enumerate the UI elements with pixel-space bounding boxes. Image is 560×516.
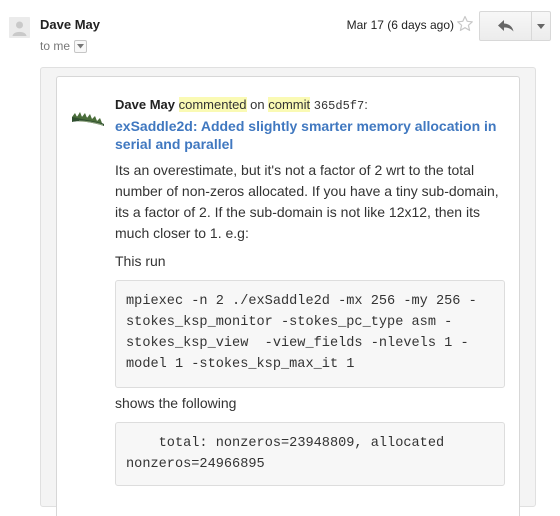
chevron-down-icon [537, 23, 545, 29]
commit-word: commit [268, 97, 311, 112]
shows-following-text: shows the following [115, 395, 237, 411]
more-actions-button[interactable] [532, 12, 550, 40]
commit-title-link[interactable]: exSaddle2d: Added slightly smarter memor… [115, 117, 515, 153]
sender-avatar-icon [9, 17, 30, 38]
commenter-name[interactable]: Dave May [115, 97, 175, 112]
sender-name[interactable]: Dave May [40, 17, 100, 32]
command-code-block: mpiexec -n 2 ./exSaddle2d -mx 256 -my 25… [115, 280, 505, 388]
recipient-line: to me [40, 39, 88, 53]
action-word: commented [178, 97, 247, 112]
reply-arrow-icon [497, 20, 513, 32]
star-icon[interactable] [456, 15, 474, 33]
reply-button-group [479, 11, 551, 41]
output-code-block: total: nonzeros=23948809, allocated nonz… [115, 422, 505, 486]
commenter-avatar-icon[interactable] [71, 95, 105, 135]
reply-button[interactable] [480, 12, 532, 40]
colon: : [364, 97, 368, 112]
email-date: Mar 17 (6 days ago) [346, 18, 454, 32]
to-me-label: to me [40, 39, 71, 53]
on-word: on [250, 97, 265, 112]
commit-hash-link[interactable]: 365d5f7 [314, 99, 364, 113]
email-body-container: Dave May commented on commit 365d5f7: ex… [40, 67, 536, 516]
comment-meta-line: Dave May commented on commit 365d5f7: [115, 97, 368, 113]
recipient-details-dropdown[interactable] [74, 39, 88, 53]
chevron-down-icon [77, 43, 85, 48]
github-notification-card: Dave May commented on commit 365d5f7: ex… [56, 76, 520, 516]
this-run-text: This run [115, 253, 166, 269]
comment-paragraph: Its an overestimate, but it's not a fact… [115, 162, 499, 241]
